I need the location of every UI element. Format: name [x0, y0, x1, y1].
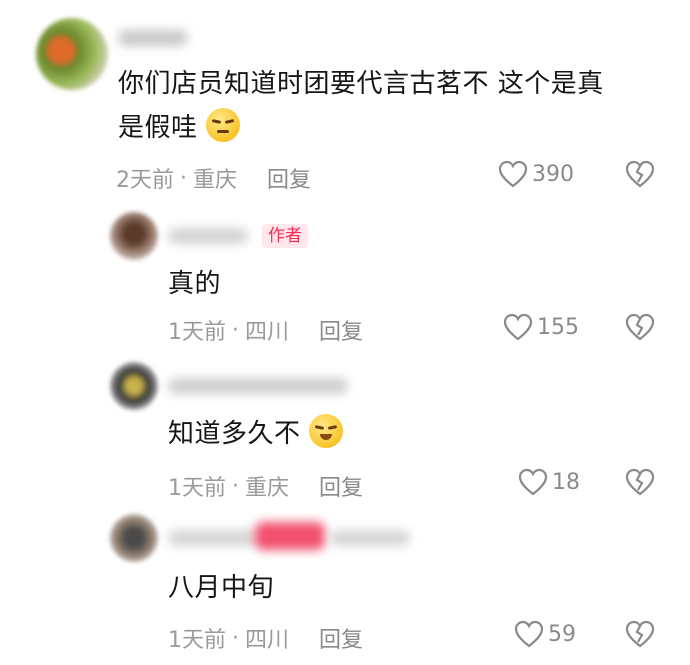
like-count: 155	[537, 314, 579, 340]
dislike-button[interactable]	[625, 160, 655, 192]
comment-location: 四川	[245, 628, 290, 653]
reply-button[interactable]: 回复	[319, 314, 363, 346]
heart-outline-icon	[514, 620, 544, 648]
broken-heart-icon	[625, 620, 655, 648]
comment-time: 1天前	[168, 320, 226, 345]
username-blurred[interactable]	[168, 228, 248, 244]
comment-location: 重庆	[193, 168, 238, 193]
comment-time: 2天前	[116, 168, 174, 193]
separator: ·	[232, 625, 239, 651]
like-button[interactable]: 155	[503, 313, 579, 341]
avatar[interactable]	[110, 212, 158, 260]
broken-heart-icon	[625, 313, 655, 341]
comment-text-content: 知道多久不	[168, 419, 301, 449]
comment-time: 1天前	[168, 628, 226, 653]
comment-text-line1: 你们店员知道时团要代言古茗不 这个是真	[118, 69, 604, 99]
comment-meta: 1天前 · 重庆 回复	[168, 470, 363, 502]
like-count: 390	[532, 161, 574, 187]
dislike-button[interactable]	[625, 620, 655, 652]
username-blurred-tail	[330, 530, 410, 546]
reply-button[interactable]: 回复	[319, 470, 363, 502]
avatar[interactable]	[36, 18, 108, 90]
separator: ·	[232, 317, 239, 343]
like-button[interactable]: 59	[514, 620, 576, 648]
username-blurred[interactable]	[118, 30, 188, 46]
username-blurred[interactable]	[168, 378, 348, 394]
comment-text: 真的	[168, 269, 222, 299]
comment-text: 八月中旬	[168, 573, 275, 603]
comment-meta: 1天前 · 四川 回复	[168, 622, 363, 654]
separator: ·	[180, 165, 187, 191]
username-blurred-accent	[255, 522, 325, 550]
dislike-button[interactable]	[625, 468, 655, 500]
reply-button[interactable]: 回复	[319, 622, 363, 654]
like-count: 18	[552, 469, 580, 495]
dislike-button[interactable]	[625, 313, 655, 345]
username-blurred[interactable]	[168, 530, 258, 546]
reply-button[interactable]: 回复	[267, 162, 311, 194]
broken-heart-icon	[625, 468, 655, 496]
comment-time: 1天前	[168, 476, 226, 501]
like-button[interactable]: 18	[518, 468, 580, 496]
heart-outline-icon	[498, 160, 528, 188]
author-badge: 作者	[262, 224, 308, 248]
comment-meta: 1天前 · 四川 回复	[168, 314, 363, 346]
separator: ·	[232, 473, 239, 499]
comment-text: 知道多久不	[168, 412, 344, 456]
unamused-face-emoji-icon	[206, 108, 241, 142]
comment-meta: 2天前 · 重庆 回复	[116, 162, 311, 194]
comment-location: 重庆	[245, 476, 290, 501]
comment-location: 四川	[245, 320, 290, 345]
comment-text: 你们店员知道时团要代言古茗不 这个是真 是假哇	[118, 62, 604, 150]
heart-outline-icon	[518, 468, 548, 496]
broken-heart-icon	[625, 160, 655, 188]
avatar[interactable]	[110, 362, 158, 410]
heart-outline-icon	[503, 313, 533, 341]
avatar[interactable]	[110, 514, 158, 562]
like-button[interactable]: 390	[498, 160, 574, 188]
comment-text-line2: 是假哇	[118, 113, 198, 143]
like-count: 59	[548, 621, 576, 647]
smirk-face-emoji-icon	[309, 414, 344, 448]
